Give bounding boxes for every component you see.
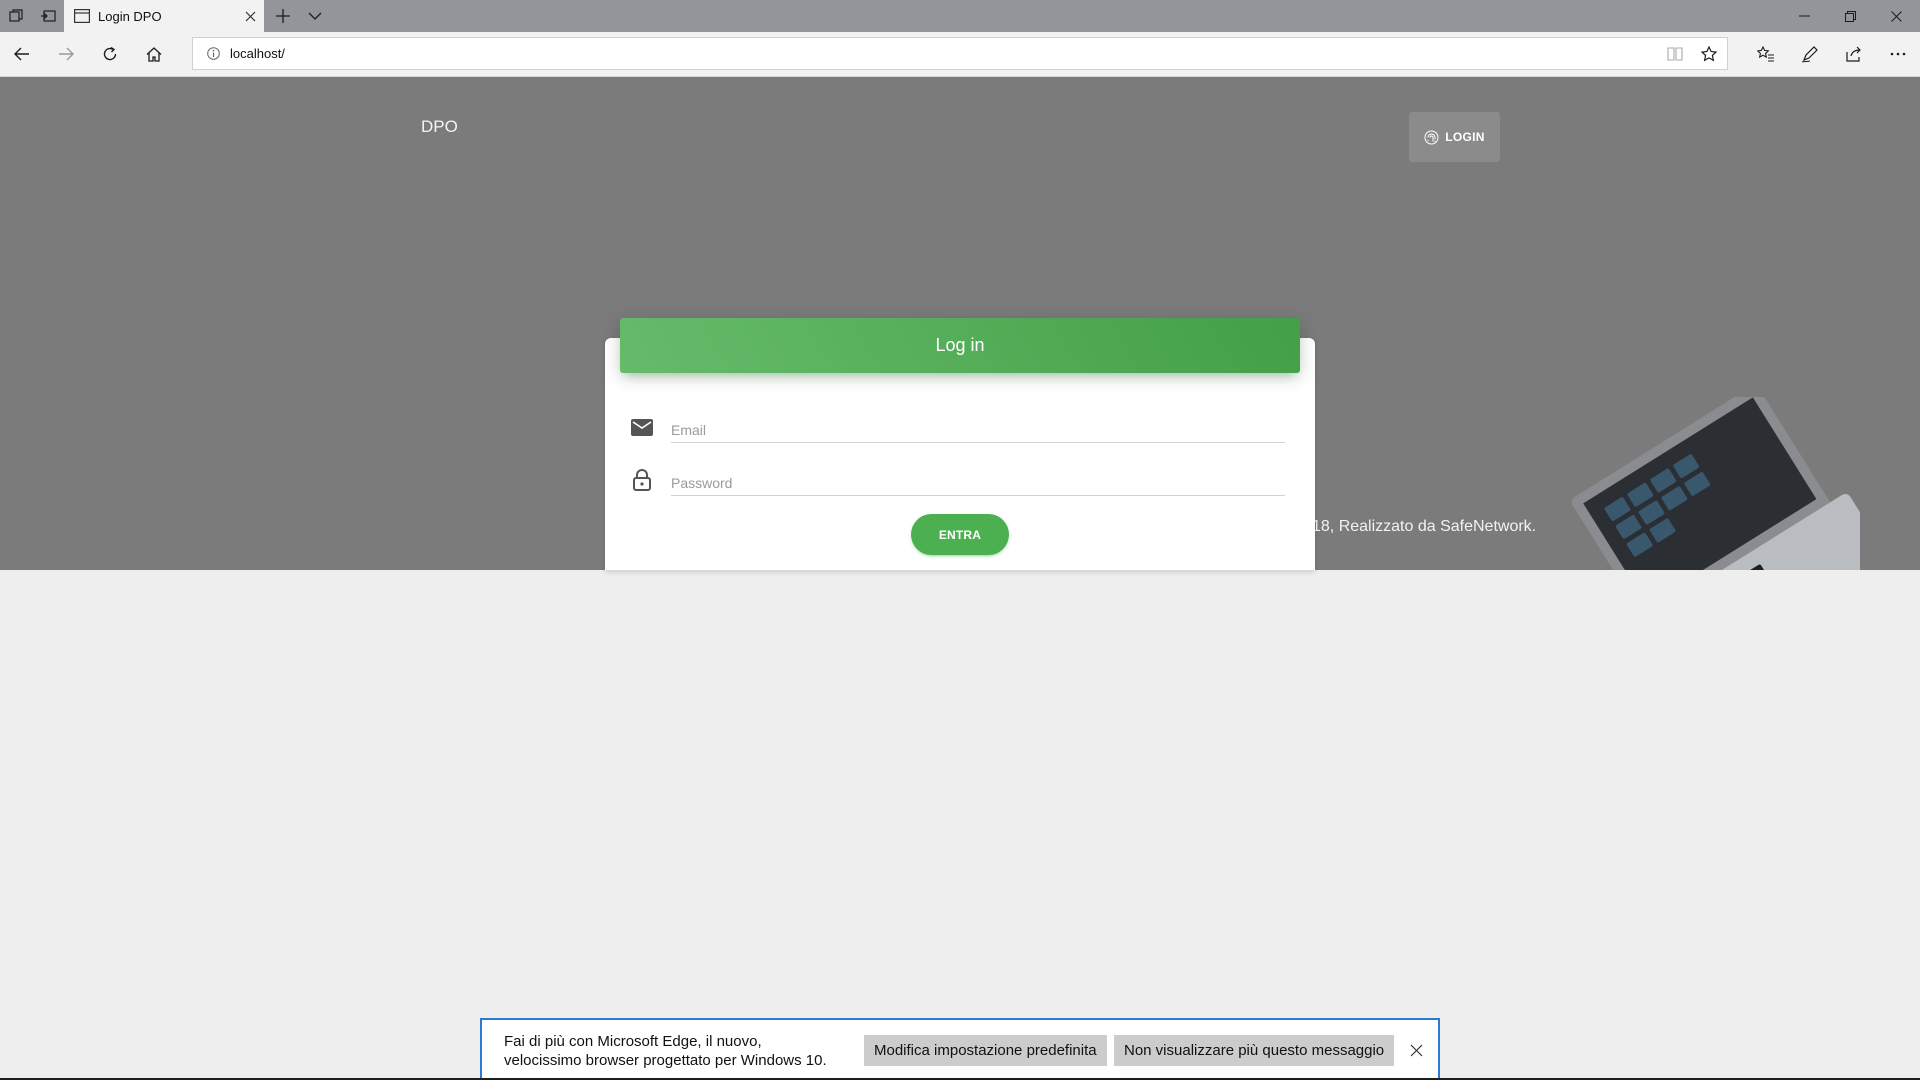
password-field-row: [630, 462, 1286, 496]
chevron-down-icon[interactable]: [300, 0, 330, 32]
back-arrow-icon[interactable]: [2, 32, 42, 76]
nav-login-button[interactable]: LOGIN: [1409, 112, 1500, 162]
page-icon: [74, 9, 90, 23]
address-bar[interactable]: localhost/: [192, 37, 1728, 70]
info-icon[interactable]: [207, 47, 220, 60]
browser-nav-bar: localhost/: [0, 32, 1920, 77]
more-dots-icon[interactable]: [1878, 32, 1918, 76]
reading-view-icon[interactable]: [1659, 38, 1691, 69]
refresh-icon[interactable]: [90, 32, 130, 76]
fingerprint-icon: [1424, 130, 1439, 144]
notification-message: Fai di più con Microsoft Edge, il nuovo,…: [504, 1032, 827, 1070]
password-input[interactable]: [671, 462, 1285, 496]
email-field-row: [630, 409, 1286, 443]
edge-notification-bar: Fai di più con Microsoft Edge, il nuovo,…: [480, 1018, 1440, 1080]
email-input[interactable]: [671, 409, 1285, 443]
mail-icon: [630, 415, 654, 439]
forward-arrow-icon[interactable]: [46, 32, 86, 76]
tab-title: Login DPO: [98, 8, 162, 24]
star-icon[interactable]: [1693, 38, 1725, 69]
address-text: localhost/: [230, 46, 285, 61]
minimize-icon[interactable]: [1782, 0, 1826, 32]
tab-login-dpo[interactable]: Login DPO: [64, 0, 264, 32]
notification-line-2: velocissimo browser progettato per Windo…: [504, 1052, 827, 1069]
browser-tab-bar: Login DPO: [0, 0, 1920, 32]
notification-line-1: Fai di più con Microsoft Edge, il nuovo,: [504, 1033, 762, 1050]
close-window-icon[interactable]: [1874, 0, 1918, 32]
laptop-image: [1571, 397, 1860, 570]
pen-icon[interactable]: [1790, 32, 1830, 76]
brand-logo-text[interactable]: DPO: [421, 117, 458, 137]
favorites-list-icon[interactable]: [1746, 32, 1786, 76]
change-default-button[interactable]: Modifica impostazione predefinita: [864, 1035, 1107, 1066]
restore-icon[interactable]: [1828, 0, 1872, 32]
close-icon[interactable]: [1406, 1040, 1426, 1060]
close-icon[interactable]: [236, 0, 264, 32]
share-icon[interactable]: [1834, 32, 1874, 76]
tabs-aside-icon[interactable]: [0, 0, 32, 32]
entra-submit-button[interactable]: ENTRA: [911, 514, 1009, 555]
set-tabs-aside-icon[interactable]: [32, 0, 64, 32]
lock-icon: [630, 468, 654, 492]
plus-icon[interactable]: [268, 0, 298, 32]
dismiss-forever-button[interactable]: Non visualizzare più questo messaggio: [1114, 1035, 1395, 1066]
nav-login-label: LOGIN: [1445, 130, 1485, 144]
login-card-title: Log in: [620, 318, 1300, 373]
home-icon[interactable]: [134, 32, 174, 76]
